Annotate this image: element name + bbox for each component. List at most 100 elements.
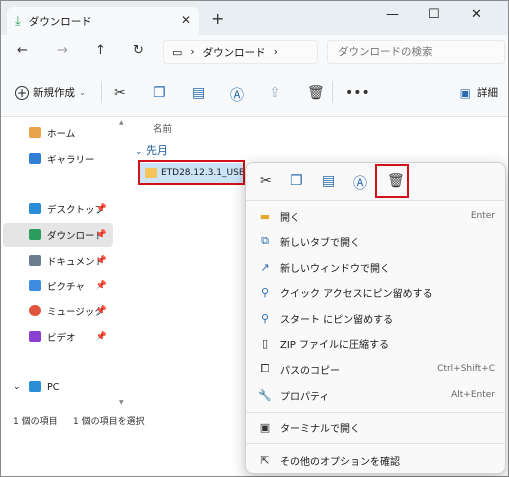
menu-item-copy-path[interactable]: ⧠ パスのコピー Ctrl+Shift+C bbox=[246, 358, 507, 380]
sidebar-item-label: ホーム bbox=[47, 129, 76, 140]
desktop-icon bbox=[29, 203, 41, 214]
up-icon[interactable]: ↑ bbox=[95, 43, 106, 58]
sidebar-item-pictures[interactable]: ピクチャ 📌 bbox=[3, 274, 113, 298]
sidebar-item-music[interactable]: ミュージック 📌 bbox=[3, 299, 113, 323]
sidebar-item-home[interactable]: ホーム bbox=[3, 121, 113, 145]
pc-icon bbox=[29, 381, 41, 392]
pictures-icon bbox=[29, 280, 41, 291]
menu-item-compress-zip[interactable]: ▯ ZIP ファイルに圧縮する bbox=[246, 332, 507, 354]
details-pane-icon: ▣ bbox=[459, 85, 471, 100]
menu-item-pin-start[interactable]: ⚲ スタート にピン留めする bbox=[246, 307, 507, 329]
paste-icon[interactable]: ▤ bbox=[192, 85, 205, 101]
plus-icon: + bbox=[15, 85, 29, 100]
zip-icon: ▯ bbox=[261, 336, 269, 350]
details-label: 詳細 bbox=[477, 87, 498, 99]
navigation-bar: ← → ↑ ↻ ▭ › ダウンロード › ダウンロードの検索 bbox=[1, 35, 508, 69]
copy-icon[interactable]: ❐ bbox=[153, 85, 166, 101]
share-icon[interactable]: ⇪ bbox=[269, 85, 281, 101]
pin-icon: 📌 bbox=[95, 306, 107, 316]
maximize-icon[interactable]: ☐ bbox=[428, 7, 440, 22]
pin-icon: ⚲ bbox=[260, 285, 270, 299]
sidebar-item-downloads[interactable]: ダウンロード 📌 bbox=[3, 223, 113, 247]
scroll-up-icon[interactable]: ▲ bbox=[119, 119, 124, 126]
divider bbox=[101, 81, 102, 103]
download-icon bbox=[29, 229, 41, 240]
search-input[interactable]: ダウンロードの検索 bbox=[327, 40, 505, 64]
wrench-icon: 🔧 bbox=[258, 388, 272, 402]
rename-icon[interactable]: Ⓐ bbox=[230, 85, 244, 105]
cut-icon[interactable]: ✂ bbox=[260, 173, 272, 189]
download-icon: ⤓ bbox=[15, 13, 21, 29]
new-label: 新規作成 bbox=[33, 87, 75, 99]
cut-icon[interactable]: ✂ bbox=[114, 85, 126, 101]
forward-icon[interactable]: → bbox=[57, 43, 68, 58]
videos-icon bbox=[29, 331, 41, 342]
item-count: 1 個の項目 bbox=[13, 417, 58, 427]
menu-item-open-new-tab[interactable]: ⧉ 新しいタブで開く bbox=[246, 230, 507, 252]
sidebar-item-documents[interactable]: ドキュメント 📌 bbox=[3, 249, 113, 273]
documents-icon bbox=[29, 255, 41, 266]
divider bbox=[332, 81, 333, 103]
sidebar-item-label: ビデオ bbox=[47, 333, 76, 344]
copy-path-icon: ⧠ bbox=[260, 362, 270, 375]
menu-item-pin-quick-access[interactable]: ⚲ クイック アクセスにピン留めする bbox=[246, 281, 507, 303]
menu-divider bbox=[246, 443, 507, 444]
refresh-icon[interactable]: ↻ bbox=[133, 43, 144, 58]
menu-divider bbox=[246, 412, 507, 413]
folder-open-icon: ▬ bbox=[259, 209, 271, 223]
sidebar-item-gallery[interactable]: ギャラリー bbox=[3, 147, 113, 171]
monitor-icon: ▭ bbox=[172, 45, 183, 59]
delete-icon[interactable]: 🗑 bbox=[307, 85, 325, 101]
selected-count: 1 個の項目を選択 bbox=[73, 417, 145, 427]
music-icon bbox=[29, 305, 41, 316]
minimize-icon[interactable]: — bbox=[386, 7, 399, 22]
delete-highlight-box bbox=[375, 164, 409, 198]
details-button[interactable]: ▣ 詳細 bbox=[460, 85, 498, 100]
pin-icon: 📌 bbox=[95, 332, 107, 342]
gallery-icon bbox=[29, 153, 41, 164]
menu-item-properties[interactable]: 🔧 プロパティ Alt+Enter bbox=[246, 384, 507, 406]
sidebar-item-label: PC bbox=[47, 381, 60, 393]
pin-icon: 📌 bbox=[95, 230, 107, 240]
pin-icon: ⚲ bbox=[260, 311, 270, 325]
group-header[interactable]: ⌄ 先月 bbox=[135, 142, 168, 158]
rename-icon[interactable]: Ⓐ bbox=[353, 173, 367, 193]
file-highlight-box bbox=[138, 160, 245, 185]
breadcrumb-chevron-icon: › bbox=[190, 46, 195, 58]
pin-icon: 📌 bbox=[95, 204, 107, 214]
pin-icon: 📌 bbox=[95, 281, 107, 291]
sidebar-item-label: ギャラリー bbox=[47, 155, 95, 166]
sidebar-item-label: ピクチャ bbox=[47, 282, 85, 293]
tab-downloads[interactable]: ⤓ ダウンロード ✕ bbox=[7, 7, 199, 35]
address-bar[interactable]: ▭ › ダウンロード › bbox=[163, 40, 318, 64]
menu-item-open[interactable]: ▬ 開く Enter bbox=[246, 205, 507, 227]
navigation-pane: ホーム ギャラリー デスクトップ 📌 ダウンロード 📌 ドキュメント 📌 ピクチ… bbox=[1, 117, 121, 409]
more-options-icon: ⇱ bbox=[260, 453, 270, 467]
back-icon[interactable]: ← bbox=[17, 43, 28, 58]
scroll-down-icon[interactable]: ▼ bbox=[119, 399, 124, 406]
menu-item-open-terminal[interactable]: ▣ ターミナルで開く bbox=[246, 416, 507, 438]
paste-icon[interactable]: ▤ bbox=[322, 173, 335, 189]
close-tab-icon[interactable]: ✕ bbox=[181, 13, 191, 27]
tab-title: ダウンロード bbox=[28, 15, 92, 28]
new-button[interactable]: + 新規作成 ⌄ bbox=[15, 85, 86, 100]
tab-bar: ⤓ ダウンロード ✕ + — ☐ ✕ bbox=[1, 1, 508, 35]
new-tab-icon[interactable]: + bbox=[211, 9, 224, 28]
menu-item-more-options[interactable]: ⇱ その他のオプションを確認 bbox=[246, 449, 507, 471]
sidebar-item-videos[interactable]: ビデオ 📌 bbox=[3, 325, 113, 349]
breadcrumb-chevron-icon: › bbox=[273, 46, 278, 58]
chevron-down-icon: ⌄ bbox=[79, 88, 86, 97]
menu-item-open-new-window[interactable]: ↗ 新しいウィンドウで開く bbox=[246, 256, 507, 278]
expand-chevron-icon[interactable]: ⌄ bbox=[13, 382, 21, 392]
home-icon bbox=[29, 127, 41, 138]
close-window-icon[interactable]: ✕ bbox=[471, 7, 482, 22]
collapse-chevron-icon: ⌄ bbox=[135, 147, 143, 157]
column-header-name[interactable]: 名前 bbox=[153, 121, 172, 135]
new-tab-icon: ⧉ bbox=[261, 234, 269, 247]
sidebar-item-pc[interactable]: ⌄ PC bbox=[3, 375, 113, 399]
context-menu: ✂ ❐ ▤ Ⓐ 🗑 ▬ 開く Enter ⧉ 新しいタブで開く ↗ 新しいウィン… bbox=[245, 162, 507, 474]
sidebar-item-desktop[interactable]: デスクトップ 📌 bbox=[3, 197, 113, 221]
breadcrumb-downloads[interactable]: ダウンロード bbox=[203, 45, 266, 60]
more-icon[interactable]: ••• bbox=[345, 85, 370, 101]
copy-icon[interactable]: ❐ bbox=[290, 173, 303, 189]
